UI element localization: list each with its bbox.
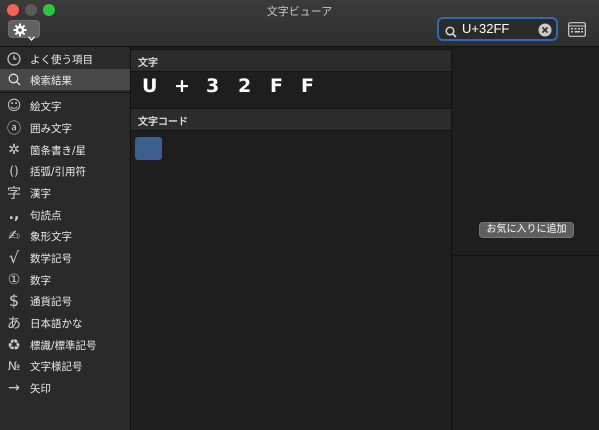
gear-icon (13, 22, 27, 41)
sidebar-item-label: 標識/標準記号 (30, 340, 97, 352)
search-field[interactable] (437, 17, 558, 41)
sidebar-divider (0, 92, 130, 93)
character-glyph[interactable]: 3 (206, 75, 219, 97)
sidebar-item-digits[interactable]: ① 数字 (0, 269, 130, 290)
clock-icon (4, 48, 24, 69)
parentheses-icon: () (9, 163, 19, 178)
section-title: 文字 (138, 58, 158, 69)
sidebar-item-punctuation[interactable]: ., 句読点 (0, 204, 130, 225)
sidebar-item-brackets[interactable]: () 括弧/引用符 (0, 160, 130, 181)
dollar-icon: $ (8, 291, 20, 310)
keyboard-icon (568, 22, 586, 37)
circled-one-icon: ① (7, 271, 21, 288)
pictograph-icon: ✍ (8, 227, 20, 244)
numero-icon: № (7, 358, 21, 373)
sidebar-item-bullets-stars[interactable]: ✲ 箇条書き/星 (0, 139, 130, 160)
search-icon (445, 23, 457, 42)
sidebar-item-label: 検索結果 (30, 75, 72, 87)
character-glyph[interactable]: 2 (238, 75, 251, 97)
sidebar-item-arrows[interactable]: → 矢印 (0, 377, 130, 398)
title-bar: 文字ビューア (0, 0, 599, 47)
sidebar-item-label: 括弧/引用符 (30, 166, 87, 178)
sidebar-item-label: 通貨記号 (30, 296, 72, 308)
sidebar-item-label: 箇条書き/星 (30, 145, 87, 157)
search-input[interactable] (462, 21, 532, 36)
detail-panel: お気に入りに追加 (451, 47, 599, 430)
character-glyph[interactable]: U (142, 75, 157, 97)
punctuation-icon: ., (8, 206, 20, 223)
sidebar-item-label: 矢印 (30, 383, 51, 395)
sidebar-item-label: 日本語かな (30, 318, 83, 330)
sidebar-item-label: 漢字 (30, 188, 51, 200)
character-glyph[interactable]: F (301, 75, 314, 97)
characters-section-header: 文字 (131, 49, 451, 72)
action-menu-button[interactable] (8, 20, 40, 41)
smiley-icon: ☺ (6, 97, 22, 114)
character-glyph[interactable]: F (270, 75, 283, 97)
sidebar-item-math[interactable]: √ 数学記号 (0, 247, 130, 268)
sidebar-item-search-results[interactable]: 検索結果 (0, 69, 130, 90)
search-icon (4, 69, 24, 90)
sidebar-item-label: よく使う項目 (30, 54, 93, 66)
sidebar-item-enclosed[interactable]: ⓐ 囲み文字 (0, 117, 130, 138)
code-section-header: 文字コード (131, 108, 451, 131)
add-to-favorites-button[interactable]: お気に入りに追加 (479, 222, 574, 238)
chevron-down-icon (28, 26, 35, 45)
sidebar-item-label: 絵文字 (30, 101, 62, 113)
sidebar-item-letterlike[interactable]: № 文字様記号 (0, 355, 130, 376)
arrow-icon: → (8, 379, 20, 396)
detail-divider (452, 255, 599, 256)
sidebar-item-label: 象形文字 (30, 231, 72, 243)
section-title: 文字コード (138, 117, 188, 128)
recycle-icon: ♻ (7, 335, 21, 354)
sidebar-item-kanji[interactable]: 字 漢字 (0, 182, 130, 203)
sidebar-item-label: 句読点 (30, 210, 62, 222)
character-panel: 文字 U + 3 2 F F 文字コード (131, 47, 451, 430)
keyboard-viewer-button[interactable] (568, 22, 586, 37)
sidebar-item-label: 囲み文字 (30, 123, 72, 135)
circled-a-icon: ⓐ (7, 120, 21, 137)
kanji-icon: 字 (7, 185, 21, 202)
sidebar-item-currency[interactable]: $ 通貨記号 (0, 290, 130, 311)
sidebar-item-pictographs[interactable]: ✍ 象形文字 (0, 225, 130, 246)
sidebar-item-signs[interactable]: ♻ 標識/標準記号 (0, 334, 130, 355)
sidebar-item-kana[interactable]: あ 日本語かな (0, 312, 130, 333)
square-root-icon: √ (8, 248, 20, 267)
sidebar-item-emoji[interactable]: ☺ 絵文字 (0, 95, 130, 116)
character-code-tile[interactable] (135, 137, 162, 160)
sidebar-item-label: 数学記号 (30, 253, 72, 265)
category-sidebar: よく使う項目 検索結果 ☺ 絵文字 ⓐ 囲み文字 ✲ 箇条書き/星 () 括弧/… (0, 47, 131, 430)
sidebar-item-favorites[interactable]: よく使う項目 (0, 48, 130, 69)
asterisk-icon: ✲ (8, 141, 20, 158)
sidebar-item-label: 文字様記号 (30, 361, 83, 373)
hiragana-icon: あ (7, 315, 21, 332)
clear-search-icon[interactable] (538, 22, 552, 41)
character-glyph[interactable]: + (174, 75, 190, 97)
sidebar-item-label: 数字 (30, 275, 51, 287)
